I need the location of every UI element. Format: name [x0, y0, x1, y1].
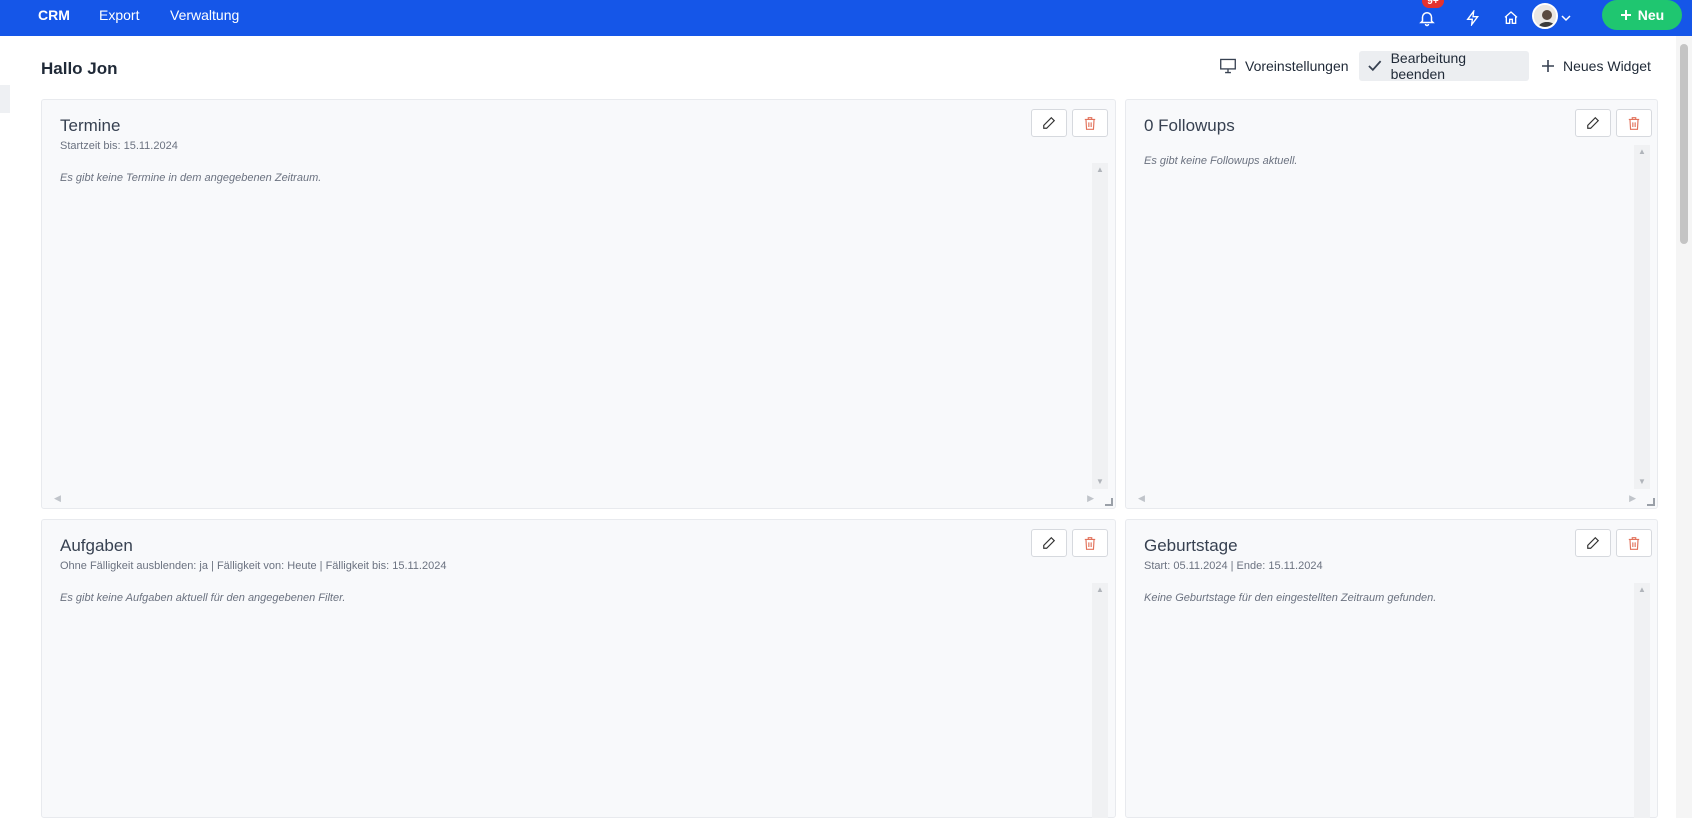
- edit-widget-button[interactable]: [1031, 109, 1067, 137]
- resize-handle-icon[interactable]: [1647, 498, 1655, 506]
- widget-vertical-scrollbar[interactable]: ▲ ▼: [1092, 163, 1108, 489]
- finish-editing-button[interactable]: Bearbeitung beenden: [1359, 50, 1529, 82]
- monitor-icon: [1220, 58, 1236, 74]
- widget-empty-message: Es gibt keine Termine in dem angegebenen…: [60, 172, 322, 184]
- widget-vertical-scrollbar[interactable]: ▲: [1092, 583, 1108, 818]
- widget-title: Termine: [60, 116, 121, 135]
- new-widget-label: Neues Widget: [1563, 58, 1651, 74]
- delete-widget-button[interactable]: [1072, 109, 1108, 137]
- widget-subtitle: Ohne Fälligkeit ausblenden: ja | Fälligk…: [60, 560, 447, 572]
- widget-horizontal-scrollbar[interactable]: ◀ ▶: [1138, 493, 1636, 505]
- widget-horizontal-scrollbar[interactable]: ◀ ▶: [54, 493, 1094, 505]
- nav-item-verwaltung[interactable]: Verwaltung: [170, 7, 239, 23]
- plus-icon: [1620, 10, 1631, 20]
- delete-widget-button[interactable]: [1616, 109, 1652, 137]
- widget-geburtstage: Geburtstage Start: 05.11.2024 | Ende: 15…: [1125, 519, 1658, 818]
- nav-brand-crm[interactable]: CRM: [38, 7, 70, 23]
- widget-aufgaben: Aufgaben Ohne Fälligkeit ausblenden: ja …: [41, 519, 1116, 818]
- widget-empty-message: Es gibt keine Aufgaben aktuell für den a…: [60, 592, 346, 604]
- finish-editing-label: Bearbeitung beenden: [1390, 50, 1467, 82]
- widget-termine: Termine Startzeit bis: 15.11.2024 Es gib…: [41, 99, 1116, 509]
- user-avatar[interactable]: [1532, 3, 1558, 29]
- home-icon[interactable]: [1497, 4, 1525, 32]
- trash-icon: [1084, 116, 1096, 130]
- widget-vertical-scrollbar[interactable]: ▲ ▼: [1634, 145, 1650, 489]
- widget-empty-message: Keine Geburtstage für den eingestellten …: [1144, 592, 1437, 604]
- top-navbar: CRM Export Verwaltung 9+ Neu: [0, 0, 1692, 36]
- plus-icon: [1542, 60, 1554, 72]
- pencil-icon: [1587, 536, 1600, 549]
- notifications-bell-icon[interactable]: [1413, 4, 1441, 32]
- pencil-icon: [1043, 536, 1056, 549]
- edit-widget-button[interactable]: [1575, 529, 1611, 557]
- widget-empty-message: Es gibt keine Followups aktuell.: [1144, 155, 1298, 167]
- lightning-icon[interactable]: [1459, 4, 1487, 32]
- widget-subtitle: Startzeit bis: 15.11.2024: [60, 140, 178, 152]
- widget-title: Geburtstage: [1144, 536, 1238, 555]
- page-greeting: Hallo Jon: [41, 59, 118, 78]
- pencil-icon: [1587, 116, 1600, 129]
- chevron-down-icon[interactable]: [1558, 4, 1574, 32]
- widget-vertical-scrollbar[interactable]: ▲: [1634, 583, 1650, 818]
- presets-button[interactable]: Voreinstellungen: [1211, 51, 1357, 81]
- widget-followups: 0 Followups Es gibt keine Followups aktu…: [1125, 99, 1658, 509]
- check-icon: [1368, 60, 1382, 72]
- edit-widget-button[interactable]: [1031, 529, 1067, 557]
- page-scrollbar[interactable]: [1676, 36, 1692, 818]
- new-widget-button[interactable]: Neues Widget: [1533, 51, 1659, 81]
- resize-handle-icon[interactable]: [1105, 498, 1113, 506]
- trash-icon: [1628, 536, 1640, 550]
- trash-icon: [1628, 116, 1640, 130]
- page-scrollbar-thumb[interactable]: [1680, 44, 1688, 244]
- presets-label: Voreinstellungen: [1245, 58, 1349, 74]
- widget-title: 0 Followups: [1144, 116, 1235, 135]
- pencil-icon: [1043, 116, 1056, 129]
- trash-icon: [1084, 536, 1096, 550]
- new-button-label: Neu: [1637, 7, 1665, 23]
- sidebar-collapsed-edge[interactable]: [0, 85, 10, 113]
- notification-count-badge: 9+: [1422, 0, 1444, 8]
- edit-widget-button[interactable]: [1575, 109, 1611, 137]
- nav-item-export[interactable]: Export: [99, 7, 139, 23]
- new-button[interactable]: Neu: [1602, 0, 1682, 30]
- widget-title: Aufgaben: [60, 536, 133, 555]
- delete-widget-button[interactable]: [1616, 529, 1652, 557]
- delete-widget-button[interactable]: [1072, 529, 1108, 557]
- widget-subtitle: Start: 05.11.2024 | Ende: 15.11.2024: [1144, 560, 1323, 572]
